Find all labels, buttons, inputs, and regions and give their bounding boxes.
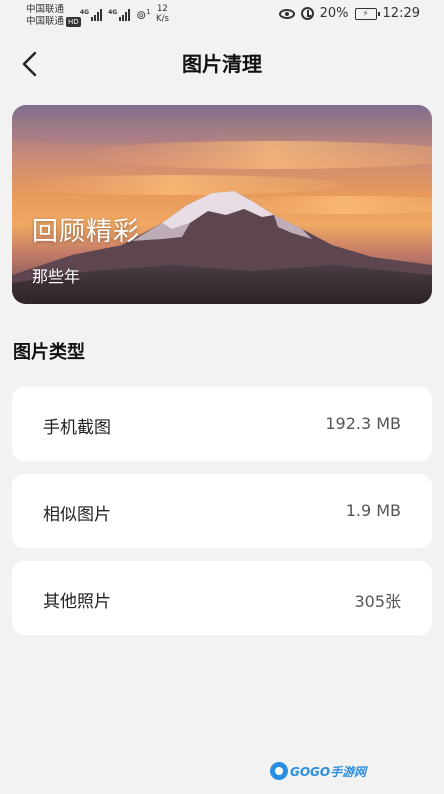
alarm-icon xyxy=(300,7,314,20)
list-item-screenshots[interactable]: 手机截图 192.3 MB xyxy=(12,387,432,461)
watermark-logo-icon xyxy=(270,762,288,780)
battery-charging-icon: ⚡ xyxy=(354,7,380,20)
eye-icon xyxy=(278,8,295,19)
hotspot-icon: ⊚1 xyxy=(136,8,151,22)
carrier-info: 中国联通 中国联通 HD xyxy=(26,4,81,28)
item-value: 192.3 MB xyxy=(325,414,401,433)
page-title: 图片清理 xyxy=(182,52,262,76)
item-value: 305张 xyxy=(354,592,401,611)
carrier-1: 中国联通 xyxy=(26,4,65,15)
item-label: 相似图片 xyxy=(43,505,111,525)
hotspot-count: 1 xyxy=(146,8,151,16)
carrier-2: 中国联通 xyxy=(26,16,65,27)
item-label: 手机截图 xyxy=(43,418,111,438)
signal-icon: 4G xyxy=(108,9,131,21)
list-item-other-photos[interactable]: 其他照片 305张 xyxy=(12,561,432,635)
status-right: 20% ⚡ 12:29 xyxy=(278,6,420,21)
list-item-similar-photos[interactable]: 相似图片 1.9 MB xyxy=(12,474,432,548)
network-speed: 12 K/s xyxy=(156,4,169,24)
signal-icon: 4G xyxy=(80,9,103,21)
signal-1-label: 4G xyxy=(80,9,90,16)
battery-percent: 20% xyxy=(319,6,349,21)
item-label: 其他照片 xyxy=(43,592,111,612)
status-bar: 中国联通 中国联通 HD 4G 4G ⊚1 12 K/s 20% ⚡ 12:29 xyxy=(0,0,444,34)
section-title: 图片类型 xyxy=(13,342,85,363)
speed-unit: K/s xyxy=(156,14,169,24)
speed-value: 12 xyxy=(157,4,168,14)
item-value: 1.9 MB xyxy=(345,501,401,520)
header: 图片清理 xyxy=(0,40,444,88)
clock: 12:29 xyxy=(382,6,420,21)
review-banner[interactable]: 回顾精彩 那些年 xyxy=(12,105,432,304)
signal-indicators: 4G 4G ⊚1 xyxy=(80,6,151,21)
watermark: GOGO手游网 xyxy=(270,762,366,780)
hd-badge: HD xyxy=(66,16,81,27)
banner-title: 回顾精彩 xyxy=(32,217,141,247)
banner-subtitle: 那些年 xyxy=(32,267,81,286)
signal-2-label: 4G xyxy=(108,9,118,16)
watermark-text: GOGO手游网 xyxy=(290,764,367,779)
